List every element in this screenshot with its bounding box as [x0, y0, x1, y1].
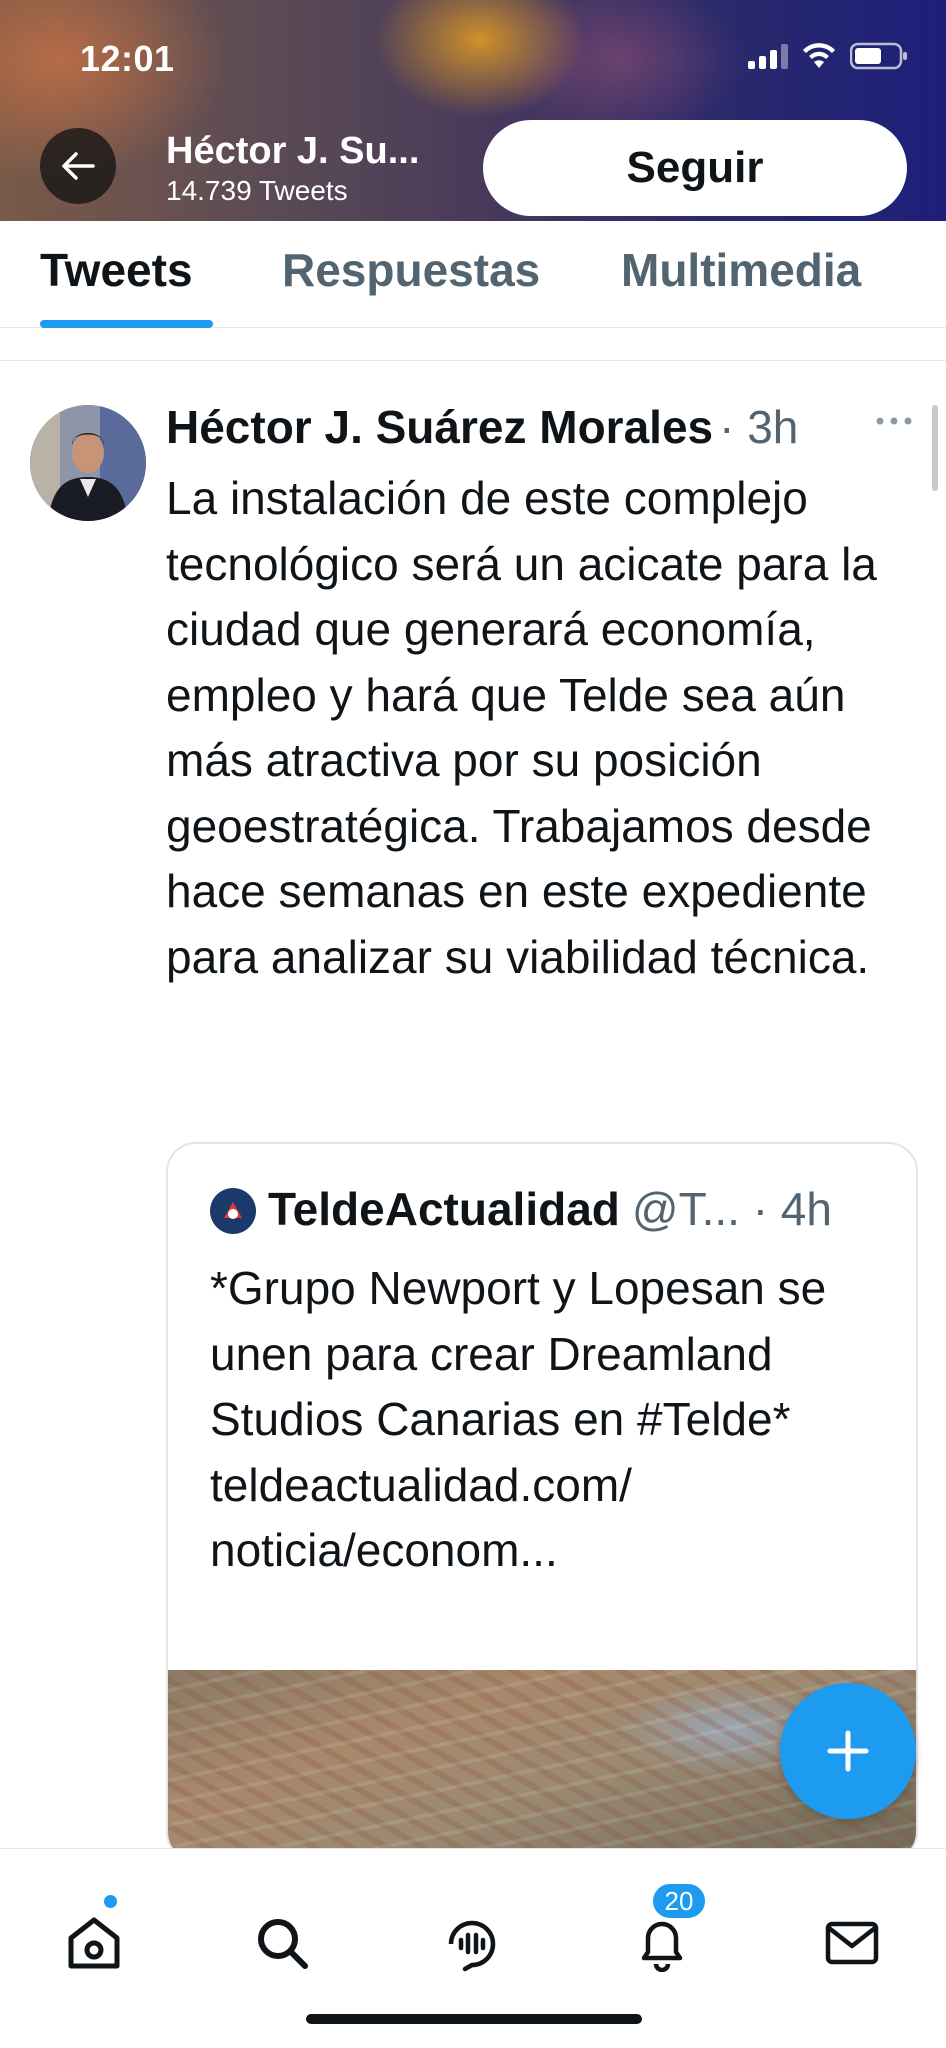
home-indicator	[306, 2014, 642, 2024]
quote-header: TeldeActualidad @T... · 4h	[268, 1182, 832, 1236]
status-time: 12:01	[80, 38, 175, 79]
avatar[interactable]	[30, 405, 146, 521]
tweet-time: · 3h	[719, 401, 799, 453]
tweet-count: 14.739 Tweets	[166, 175, 348, 206]
home-unread-dot	[104, 1895, 117, 1908]
arrow-left-icon	[62, 152, 95, 180]
notifications-badge: 20	[650, 1881, 708, 1921]
quote-author: TeldeActualidad	[268, 1183, 620, 1235]
status-icons	[748, 42, 908, 70]
follow-button[interactable]: Seguir	[483, 120, 907, 216]
search-icon	[258, 1919, 308, 1969]
profile-name: Héctor J. Su...	[166, 130, 420, 172]
avatar-photo	[30, 405, 146, 521]
nav-spaces[interactable]	[432, 1903, 512, 1983]
scrollbar[interactable]	[932, 405, 938, 491]
tab-multimedia[interactable]: Multimedia	[621, 243, 861, 297]
active-tab-indicator	[40, 320, 213, 328]
tweet-text: La instalación de este complejo tecnológ…	[166, 472, 877, 983]
spaces-icon	[448, 1920, 496, 1972]
tab-respuestas[interactable]: Respuestas	[282, 243, 540, 297]
plus-icon	[827, 1730, 869, 1772]
teldeactualidad-logo-icon	[217, 1195, 249, 1227]
nav-notifications[interactable]: 20	[622, 1881, 708, 1983]
author-name[interactable]: Héctor J. Suárez Morales	[166, 400, 713, 454]
nav-messages[interactable]	[812, 1903, 892, 1983]
nav-search[interactable]	[242, 1903, 322, 1983]
compose-button[interactable]	[780, 1683, 916, 1819]
home-icon	[68, 1917, 120, 1969]
quote-avatar	[210, 1188, 256, 1234]
signal-icon	[748, 43, 788, 69]
more-icon[interactable]	[874, 415, 914, 427]
battery-icon	[850, 42, 907, 70]
back-button[interactable]	[40, 128, 116, 204]
quote-text: *Grupo Newport y Lopesan se unen para cr…	[210, 1262, 827, 1576]
tweet-header: Héctor J. Suárez Morales · 3h	[166, 400, 798, 454]
tab-tweets[interactable]: Tweets	[40, 243, 193, 297]
nav-home[interactable]	[54, 1895, 134, 1983]
quote-handle-time: @T... · 4h	[631, 1183, 832, 1235]
wifi-icon	[803, 43, 835, 68]
divider	[0, 360, 946, 361]
bell-icon	[641, 1921, 683, 1972]
profile-tabs: Tweets Respuestas Multimedia	[0, 221, 946, 328]
mail-icon	[825, 1921, 879, 1965]
